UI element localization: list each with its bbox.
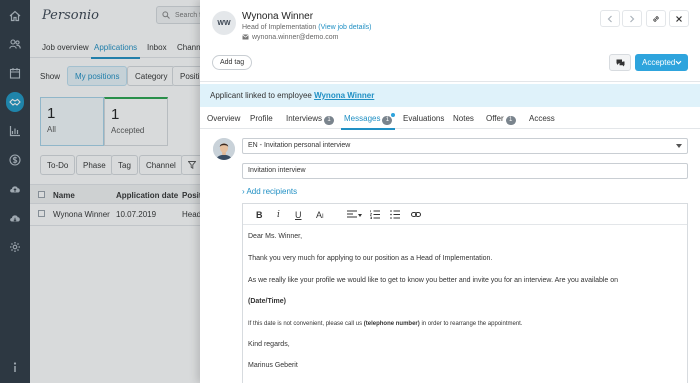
p3-bold: (telephone number) <box>363 321 420 327</box>
bullet-list-icon <box>390 210 400 219</box>
count-badge: 1 <box>505 116 516 125</box>
tab-label: Interviews <box>286 114 323 123</box>
tab-profile[interactable]: Profile <box>250 114 273 123</box>
tab-overview[interactable]: Overview <box>207 114 240 123</box>
tab-label: Overview <box>207 114 241 123</box>
text-size-button[interactable]: AI <box>316 210 324 220</box>
bold-button[interactable]: B <box>256 210 263 220</box>
tab-label: Access <box>529 114 555 123</box>
tab-label: Messages <box>344 114 381 123</box>
applicant-position: Head of Implementation (View job details… <box>242 24 371 31</box>
unread-dot <box>391 113 395 117</box>
tab-evaluations[interactable]: Evaluations <box>403 114 444 123</box>
message-editor[interactable]: B i U AI Dear Ms. Winner, Thank you very… <box>242 203 688 383</box>
close-icon <box>676 15 682 22</box>
add-tag-button[interactable]: Add tag <box>212 55 253 70</box>
insert-link-button[interactable] <box>411 210 421 221</box>
ordered-list-button[interactable] <box>369 210 380 221</box>
chevron-right-icon: › <box>242 187 245 196</box>
copy-link-button[interactable] <box>646 10 666 27</box>
avatar: WW <box>212 11 236 35</box>
chevron-down-icon <box>675 60 682 65</box>
count-badge: 1 <box>324 116 335 125</box>
tab-label: Offer <box>486 114 504 123</box>
tab-interviews[interactable]: Interviews 1 <box>286 114 335 125</box>
sender-avatar <box>213 138 235 160</box>
position-title: Head of Implementation <box>242 24 317 31</box>
tab-label: Profile <box>250 114 273 123</box>
add-recipients-label: Add recipients <box>246 187 298 196</box>
p3-end: in order to rearrange the appointment. <box>421 321 523 327</box>
body-signature: Marinus Geberit <box>248 362 298 369</box>
tab-offer[interactable]: Offer 1 <box>486 114 516 125</box>
subject-input[interactable]: Invitation interview <box>242 163 688 179</box>
template-select[interactable]: EN - Invitation personal interview <box>242 138 688 154</box>
next-applicant-button[interactable] <box>622 10 642 27</box>
align-left-icon <box>347 210 357 218</box>
chat-icon <box>616 59 624 66</box>
modal-backdrop[interactable] <box>0 0 205 383</box>
status-dropdown[interactable]: Accepted <box>635 54 688 71</box>
body-paragraph-3: If this date is not convenient, please c… <box>248 321 523 327</box>
italic-button[interactable]: i <box>277 210 280 220</box>
add-recipients-link[interactable]: › Add recipients <box>242 187 297 196</box>
employee-link[interactable]: Wynona Winner <box>314 91 374 100</box>
body-closing: Kind regards, <box>248 341 290 348</box>
tab-label: Notes <box>453 114 474 123</box>
close-button[interactable] <box>669 10 689 27</box>
applicant-name: Wynona Winner <box>242 11 314 22</box>
p3-start: If this date is not convenient, please c… <box>248 321 363 327</box>
applicant-tabs: Overview Profile Interviews 1 Messages 1 E… <box>200 109 700 130</box>
body-date-placeholder: (Date/Time) <box>248 298 286 305</box>
body-paragraph-1: Thank you very much for applying to our … <box>248 255 493 262</box>
applicant-panel: WW Wynona Winner Head of Implementation … <box>200 0 700 383</box>
chevron-left-icon <box>607 15 612 22</box>
tab-messages[interactable]: Messages 1 <box>340 114 396 130</box>
count-badge: 1 <box>382 116 393 125</box>
template-value: EN - Invitation personal interview <box>248 142 351 149</box>
tab-access[interactable]: Access <box>529 114 555 123</box>
tab-label: Evaluations <box>403 114 445 123</box>
ordered-list-icon <box>369 210 380 220</box>
header-divider <box>200 81 700 82</box>
applicant-email: wynona.winner@demo.com <box>242 34 338 41</box>
employee-link-banner: Applicant linked to employee Wynona Winn… <box>200 84 700 107</box>
message-body[interactable]: Dear Ms. Winner, Thank you very much for… <box>243 224 687 369</box>
view-job-details-link[interactable]: (View job details) <box>318 24 371 31</box>
body-greeting: Dear Ms. Winner, <box>248 233 303 240</box>
align-dropdown[interactable] <box>347 210 362 221</box>
body-paragraph-2: As we really like your profile we would … <box>248 277 619 284</box>
underline-button[interactable]: U <box>295 210 302 220</box>
status-label: Accepted <box>642 58 676 67</box>
email-text: wynona.winner@demo.com <box>252 34 339 41</box>
previous-applicant-button[interactable] <box>600 10 620 27</box>
link-icon <box>653 15 659 22</box>
message-button[interactable] <box>609 54 631 71</box>
tab-notes[interactable]: Notes <box>453 114 474 123</box>
caret-down-icon <box>676 144 682 148</box>
banner-text: Applicant linked to employee <box>210 91 312 100</box>
link-icon <box>411 212 421 217</box>
bullet-list-button[interactable] <box>390 210 400 221</box>
mail-icon <box>242 34 249 40</box>
chevron-right-icon <box>630 15 635 22</box>
